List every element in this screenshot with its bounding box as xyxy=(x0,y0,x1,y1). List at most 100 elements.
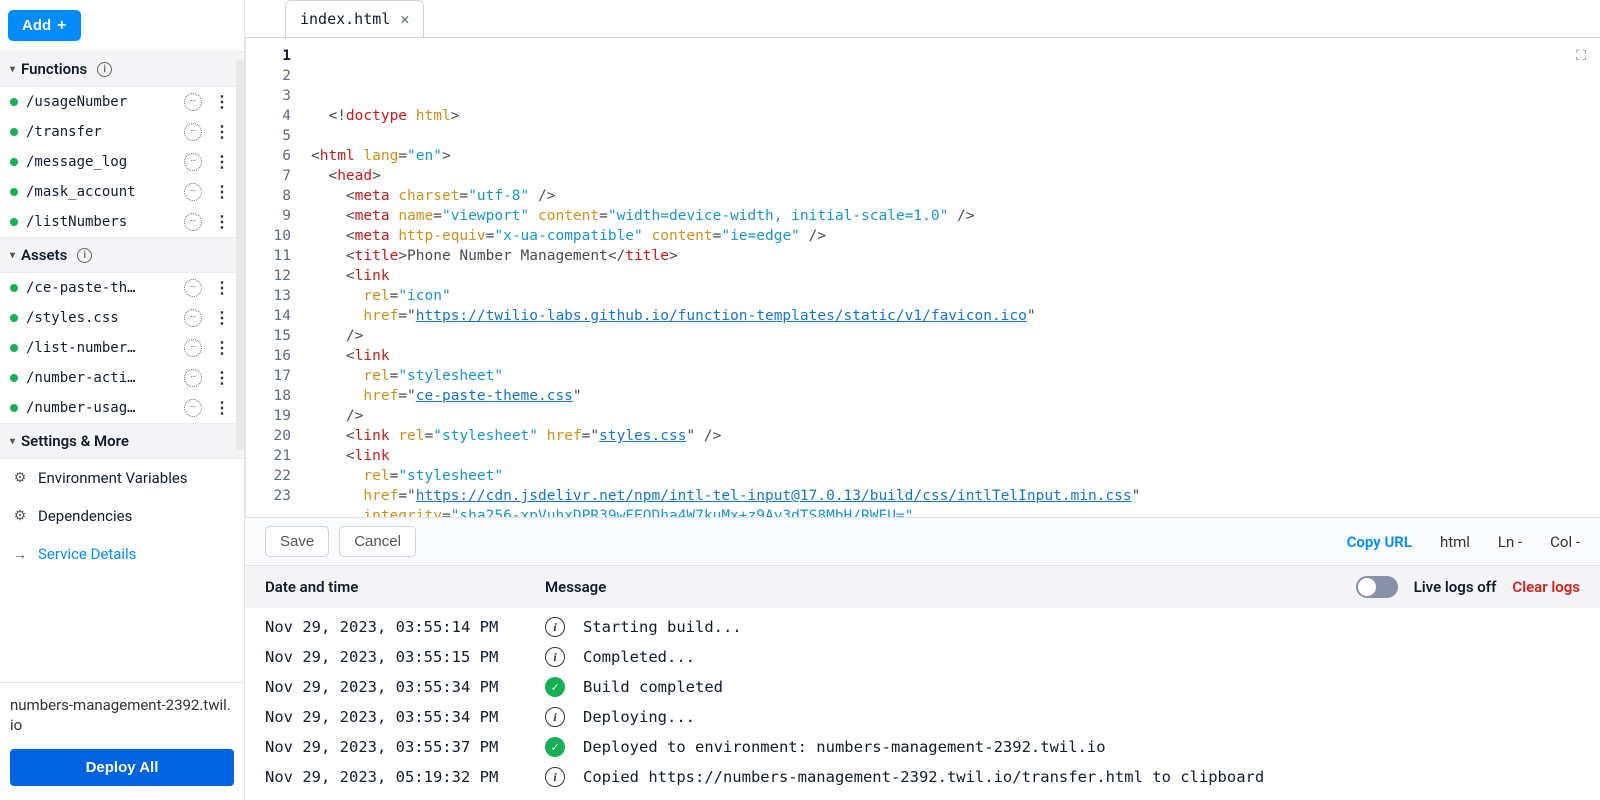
code-line[interactable]: /> xyxy=(311,406,1590,426)
log-time: Nov 29, 2023, 03:55:37 PM xyxy=(265,738,527,756)
editor-toolbar: Save Cancel Copy URL html Ln - Col - xyxy=(245,517,1600,565)
visibility-icon[interactable]: ··· xyxy=(184,153,202,171)
info-icon: i xyxy=(545,647,565,667)
settings-item-label: Dependencies xyxy=(38,507,132,525)
asset-item[interactable]: /number-acti…···⋮ xyxy=(0,363,244,393)
function-item[interactable]: /usageNumber···⋮ xyxy=(0,87,244,117)
code-line[interactable]: /> xyxy=(311,326,1590,346)
code-line[interactable]: <link rel="stylesheet" href="styles.css"… xyxy=(311,426,1590,446)
visibility-icon[interactable]: ··· xyxy=(184,309,202,327)
code-line[interactable]: rel="icon" xyxy=(311,286,1590,306)
copy-url-link[interactable]: Copy URL xyxy=(1347,533,1412,551)
code-line[interactable]: <meta name="viewport" content="width=dev… xyxy=(311,206,1590,226)
tab-bar: index.html ✕ xyxy=(245,0,1600,38)
code-line[interactable]: <meta http-equiv="x-ua-compatible" conte… xyxy=(311,226,1590,246)
visibility-icon[interactable]: ··· xyxy=(184,399,202,417)
info-icon: i xyxy=(545,617,565,637)
settings-item[interactable]: ⚙Environment Variables xyxy=(0,459,244,497)
fullscreen-icon[interactable]: ⛶ xyxy=(1576,48,1586,64)
function-item[interactable]: /message_log···⋮ xyxy=(0,147,244,177)
kebab-icon[interactable]: ⋮ xyxy=(210,184,234,200)
cancel-button[interactable]: Cancel xyxy=(339,526,416,557)
code-line[interactable]: <link xyxy=(311,266,1590,286)
line-number: 13 xyxy=(246,286,291,306)
plus-icon: + xyxy=(57,18,66,34)
code-line[interactable]: <link xyxy=(311,446,1590,466)
close-icon[interactable]: ✕ xyxy=(400,10,409,28)
info-icon[interactable]: i xyxy=(97,62,112,77)
visibility-icon[interactable]: ··· xyxy=(184,93,202,111)
kebab-icon[interactable]: ⋮ xyxy=(210,124,234,140)
asset-item[interactable]: /number-usag… ··· ⋮ xyxy=(0,393,244,423)
kebab-icon[interactable]: ⋮ xyxy=(210,400,234,416)
info-icon[interactable]: i xyxy=(77,248,92,263)
status-dot-icon xyxy=(10,284,18,292)
visibility-icon[interactable]: ··· xyxy=(184,339,202,357)
kebab-icon[interactable]: ⋮ xyxy=(210,370,234,386)
kebab-icon[interactable]: ⋮ xyxy=(210,280,234,296)
asset-item[interactable]: /ce-paste-th… ··· ⋮ xyxy=(0,273,244,303)
function-item[interactable]: /mask_account···⋮ xyxy=(0,177,244,207)
kebab-icon[interactable]: ⋮ xyxy=(210,340,234,356)
current-line-highlight xyxy=(301,46,1600,66)
function-item[interactable]: /listNumbers···⋮ xyxy=(0,207,244,237)
code-line[interactable]: <title>Phone Number Management</title> xyxy=(311,246,1590,266)
visibility-icon[interactable]: ··· xyxy=(184,123,202,141)
code-line[interactable]: <link xyxy=(311,346,1590,366)
code-line[interactable]: rel="stylesheet" xyxy=(311,366,1590,386)
function-item[interactable]: /transfer···⋮ xyxy=(0,117,244,147)
visibility-icon[interactable]: ··· xyxy=(184,183,202,201)
line-number: 17 xyxy=(246,366,291,386)
code-line[interactable]: rel="stylesheet" xyxy=(311,466,1590,486)
functions-title: Functions xyxy=(21,60,87,78)
line-number: 8 xyxy=(246,186,291,206)
log-message: Deploying... xyxy=(583,708,695,726)
logs-col-time: Date and time xyxy=(265,578,545,596)
settings-item[interactable]: →Service Details xyxy=(0,535,244,573)
info-icon: i xyxy=(545,767,565,787)
functions-section-header[interactable]: ▾ Functions i xyxy=(0,51,244,87)
code-line[interactable]: integrity="sha256-xpVuhxDPR39wFEQDha4W7k… xyxy=(311,506,1590,517)
tab-index-html[interactable]: index.html ✕ xyxy=(285,0,424,37)
log-time: Nov 29, 2023, 03:55:34 PM xyxy=(265,678,527,696)
asset-item[interactable]: /list-number… ··· ⋮ xyxy=(0,333,244,363)
assets-section-header[interactable]: ▾ Assets i xyxy=(0,237,244,273)
check-icon: ✓ xyxy=(545,677,565,697)
code-line[interactable]: <head> xyxy=(311,166,1590,186)
add-button[interactable]: Add + xyxy=(8,10,81,41)
live-logs-toggle[interactable] xyxy=(1356,576,1398,598)
sidebar-scrollbar[interactable] xyxy=(236,60,244,450)
code-line[interactable] xyxy=(311,126,1590,146)
kebab-icon[interactable]: ⋮ xyxy=(210,154,234,170)
settings-section-header[interactable]: ▾ Settings & More xyxy=(0,423,244,459)
editor[interactable]: 1234567891011121314151617181920212223 <!… xyxy=(245,38,1600,517)
code-line[interactable]: href="https://twilio-labs.github.io/func… xyxy=(311,306,1590,326)
check-icon: ✓ xyxy=(545,737,565,757)
kebab-icon[interactable]: ⋮ xyxy=(210,214,234,230)
status-dot-icon xyxy=(10,374,18,382)
settings-title: Settings & More xyxy=(21,432,129,450)
line-number: 20 xyxy=(246,426,291,446)
code-line[interactable]: <!doctype html> xyxy=(311,106,1590,126)
kebab-icon[interactable]: ⋮ xyxy=(210,310,234,326)
visibility-icon[interactable]: ··· xyxy=(184,279,202,297)
settings-item-label: Environment Variables xyxy=(38,469,188,487)
asset-item[interactable]: /styles.css···⋮ xyxy=(0,303,244,333)
file-name: /number-usag… xyxy=(26,400,176,416)
visibility-icon[interactable]: ··· xyxy=(184,369,202,387)
kebab-icon[interactable]: ⋮ xyxy=(210,94,234,110)
clear-logs-link[interactable]: Clear logs xyxy=(1512,578,1580,596)
code-line[interactable]: href="ce-paste-theme.css" xyxy=(311,386,1590,406)
file-name: /list-number… xyxy=(26,340,176,356)
code-line[interactable]: <html lang="en"> xyxy=(311,146,1590,166)
settings-item[interactable]: ⚙Dependencies xyxy=(0,497,244,535)
code-line[interactable]: <meta charset="utf-8" /> xyxy=(311,186,1590,206)
editor-code[interactable]: <!doctype html> <html lang="en"> <head> <… xyxy=(301,38,1600,517)
visibility-icon[interactable]: ··· xyxy=(184,213,202,231)
deploy-all-button[interactable]: Deploy All xyxy=(10,749,234,786)
save-button[interactable]: Save xyxy=(265,526,329,557)
caret-down-icon: ▾ xyxy=(10,250,15,261)
file-name: /ce-paste-th… xyxy=(26,280,176,296)
status-dot-icon xyxy=(10,158,18,166)
code-line[interactable]: href="https://cdn.jsdelivr.net/npm/intl-… xyxy=(311,486,1590,506)
